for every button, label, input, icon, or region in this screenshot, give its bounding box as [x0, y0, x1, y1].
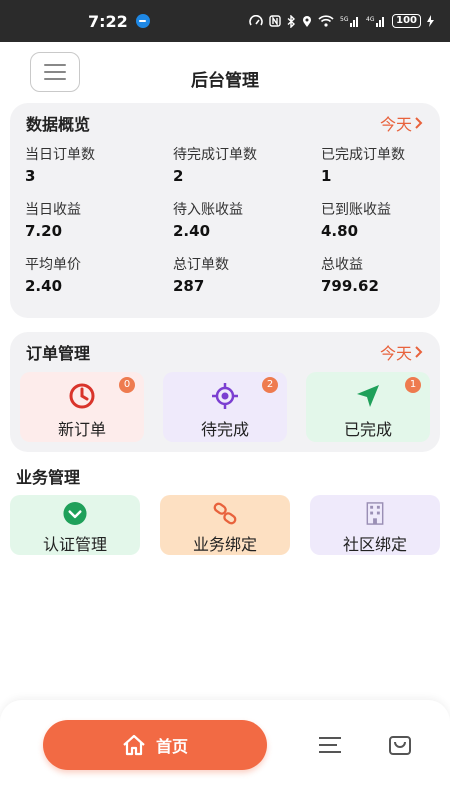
charging-icon	[427, 15, 434, 27]
orders-title: 订单管理	[26, 344, 91, 363]
stat-value: 799.62	[321, 277, 379, 295]
certification-tile[interactable]: 认证管理	[10, 495, 140, 555]
overview-card: 数据概览 今天 当日订单数 3 待完成订单数 2 已完成订单数 1 当日收益 7.20 …	[10, 103, 440, 318]
stat-label: 当日订单数	[25, 147, 95, 163]
stat-label: 已完成订单数	[321, 147, 405, 163]
bottom-nav: 首页	[0, 700, 450, 800]
chevron-right-icon	[415, 117, 423, 129]
orders-filter-label: 今天	[379, 344, 412, 363]
new-orders-label: 新订单	[57, 420, 106, 439]
orders-date-filter[interactable]: 今天	[380, 340, 424, 364]
status-time: 7:22	[88, 11, 128, 31]
certification-label: 认证管理	[42, 535, 107, 554]
app-header: 后台管理	[0, 42, 450, 104]
orders-card: 订单管理 今天 0 新订单 2 待完成 1 已完成	[10, 332, 440, 452]
order-tiles: 0 新订单 2 待完成 1 已完成	[10, 372, 440, 442]
completed-orders-tile[interactable]: 1 已完成	[306, 372, 430, 442]
svg-text:4G: 4G	[366, 16, 375, 23]
stat-label: 总订单数	[173, 257, 229, 273]
stat-value: 287	[173, 277, 205, 295]
target-icon	[212, 383, 238, 409]
stat-label: 当日收益	[25, 202, 81, 218]
overview-filter-label: 今天	[379, 115, 412, 134]
page-title: 后台管理	[191, 71, 259, 91]
signal-5g-icon: 5G	[340, 16, 359, 27]
completed-orders-badge: 1	[405, 377, 421, 393]
home-tab-label: 首页	[155, 737, 188, 756]
stat-pending-orders: 待完成订单数 2	[173, 143, 321, 198]
business-title: 业务管理	[16, 468, 81, 487]
pending-orders-badge: 2	[262, 377, 278, 393]
stat-value: 7.20	[25, 222, 63, 240]
overview-stats: 当日订单数 3 待完成订单数 2 已完成订单数 1 当日收益 7.20 待入账收益 2.4…	[10, 143, 440, 308]
stat-label: 待完成订单数	[173, 147, 257, 163]
stat-label: 待入账收益	[173, 202, 243, 218]
status-bar: 7:22 5G 4G 100	[0, 0, 450, 42]
check-circle-icon	[63, 501, 87, 526]
status-icons: 5G 4G 100	[249, 14, 434, 28]
stat-value: 2.40	[25, 277, 63, 295]
link-icon	[213, 502, 237, 525]
svg-text:5G: 5G	[340, 16, 349, 23]
battery-indicator: 100	[392, 14, 421, 28]
stat-label: 已到账收益	[321, 202, 391, 218]
overview-title: 数据概览	[26, 115, 91, 134]
stat-total-orders: 总订单数 287	[173, 253, 321, 308]
stat-total-income: 总收益 799.62	[321, 253, 441, 308]
list-tab[interactable]	[317, 732, 343, 758]
new-orders-badge: 0	[119, 377, 135, 393]
stat-value: 1	[321, 167, 332, 185]
stat-label: 总收益	[321, 257, 363, 273]
stat-value: 2.40	[173, 222, 211, 240]
clock-icon	[69, 383, 95, 409]
stat-average-price: 平均单价 2.40	[25, 253, 173, 308]
bluetooth-icon	[287, 14, 296, 28]
speed-icon	[249, 15, 263, 26]
stat-completed-orders: 已完成订单数 1	[321, 143, 441, 198]
stat-today-orders: 当日订单数 3	[25, 143, 173, 198]
business-binding-tile[interactable]: 业务绑定	[160, 495, 290, 555]
pending-orders-label: 待完成	[200, 420, 249, 439]
pending-orders-tile[interactable]: 2 待完成	[163, 372, 287, 442]
business-binding-label: 业务绑定	[192, 535, 257, 554]
completed-orders-label: 已完成	[343, 420, 392, 439]
community-binding-tile[interactable]: 社区绑定	[310, 495, 440, 555]
home-icon	[123, 734, 145, 756]
home-tab[interactable]: 首页	[43, 720, 267, 770]
stat-value: 4.80	[321, 222, 359, 240]
stat-value: 2	[173, 167, 184, 185]
overview-date-filter[interactable]: 今天	[380, 111, 424, 135]
send-icon	[357, 385, 379, 407]
cart-tab[interactable]	[387, 732, 413, 758]
stat-pending-income: 待入账收益 2.40	[173, 198, 321, 253]
orders-header: 订单管理 今天	[10, 332, 440, 372]
stat-received-income: 已到账收益 4.80	[321, 198, 441, 253]
list-icon	[319, 737, 341, 753]
signal-4g-icon: 4G	[366, 16, 385, 27]
business-tiles: 认证管理 业务绑定 社区绑定	[10, 495, 440, 555]
notification-chip-icon	[135, 14, 150, 28]
community-binding-label: 社区绑定	[342, 535, 407, 554]
building-icon	[366, 502, 384, 525]
wifi-icon	[318, 15, 334, 27]
location-icon	[303, 15, 312, 27]
overview-header: 数据概览 今天	[10, 103, 440, 143]
stat-today-income: 当日收益 7.20	[25, 198, 173, 253]
shopping-bag-icon	[389, 736, 411, 755]
nfc-icon	[269, 15, 281, 27]
stat-value: 3	[25, 167, 36, 185]
stat-label: 平均单价	[25, 257, 81, 273]
chevron-right-icon	[415, 346, 423, 358]
new-orders-tile[interactable]: 0 新订单	[20, 372, 144, 442]
